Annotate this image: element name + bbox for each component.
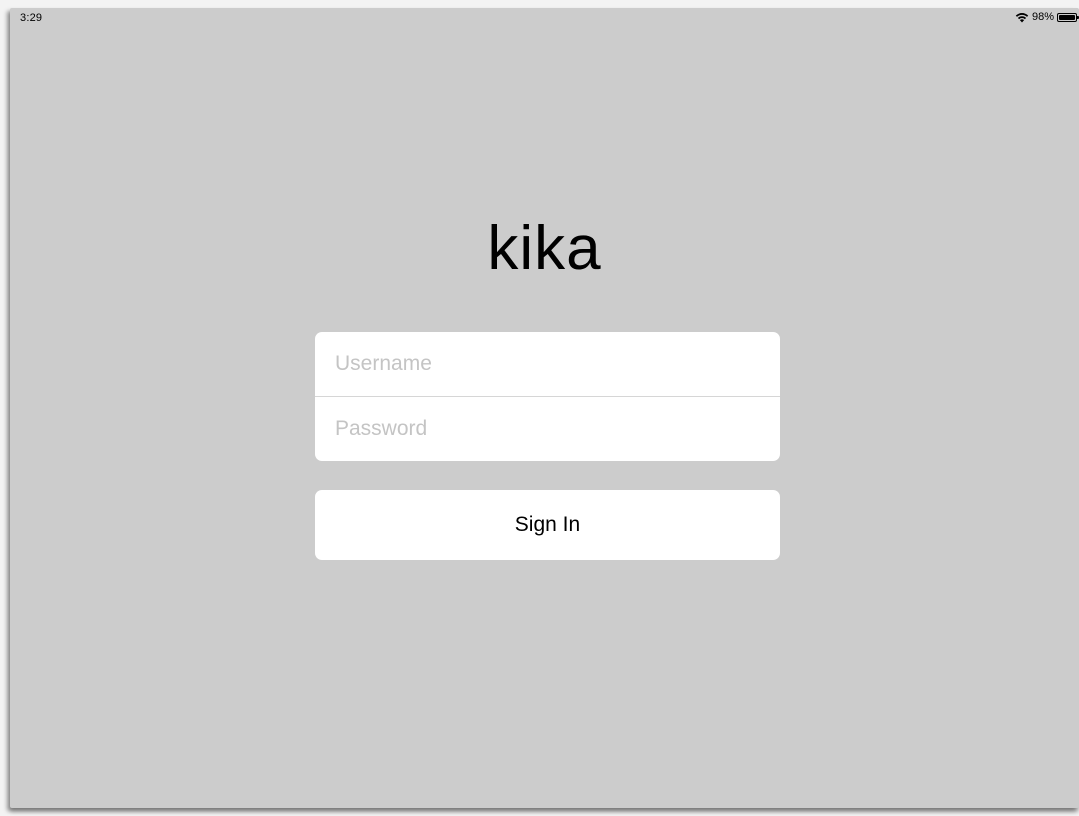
device-frame: 3:29 98% kika Username Password Sign In [0,0,1079,816]
username-placeholder: Username [335,352,432,375]
battery-fill [1059,14,1075,20]
sign-in-button[interactable]: Sign In [315,490,780,560]
wifi-icon [1015,12,1029,23]
status-indicators: 98% [1015,11,1079,23]
app-screen: 3:29 98% kika Username Password Sign In [10,8,1079,808]
app-title: kika [487,214,602,283]
status-bar: 3:29 98% [10,8,1079,30]
password-placeholder: Password [335,417,428,440]
battery-icon [1057,12,1079,22]
password-field[interactable]: Password [315,396,780,461]
login-form: Username Password [315,332,780,461]
status-time: 3:29 [20,12,43,24]
battery-percent: 98% [1031,11,1054,23]
username-field[interactable]: Username [315,332,780,396]
